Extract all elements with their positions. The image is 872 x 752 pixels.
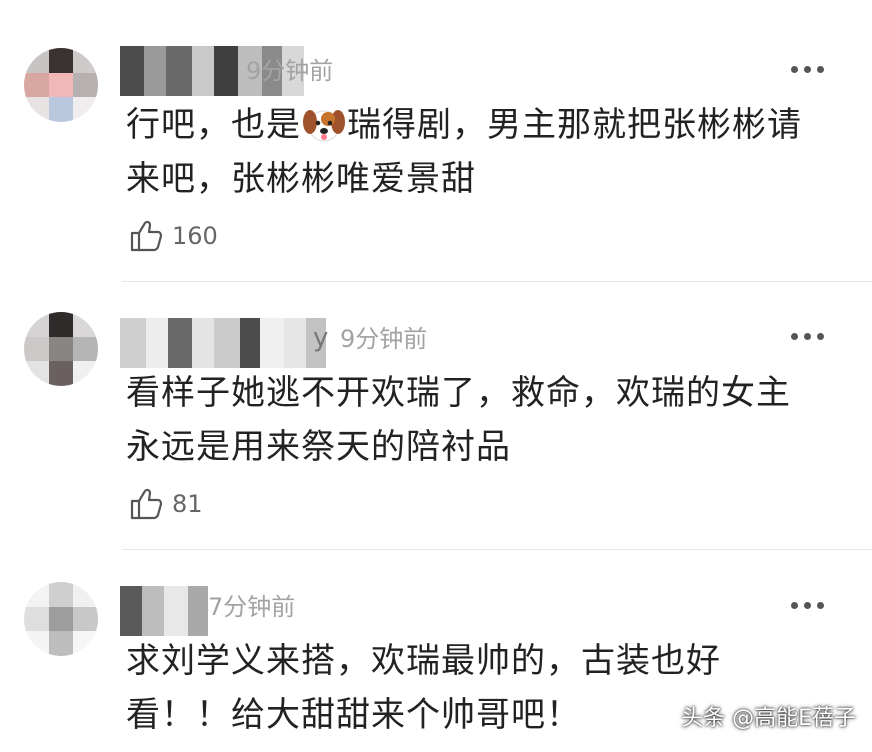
comment-text: 行吧，也是 瑞得剧，男主那就把张彬彬请 来吧，张彬彬唯爱景甜 bbox=[126, 105, 802, 199]
more-dots-icon[interactable] bbox=[791, 602, 824, 609]
more-dots-icon[interactable] bbox=[791, 333, 824, 340]
username-blurred[interactable] bbox=[120, 318, 326, 368]
like-count: 160 bbox=[172, 222, 218, 250]
comment-timestamp: 9分钟前 bbox=[246, 57, 334, 85]
divider bbox=[122, 549, 872, 550]
like-button[interactable]: 81 bbox=[128, 486, 203, 522]
divider bbox=[122, 281, 872, 282]
username-blurred[interactable] bbox=[120, 586, 208, 636]
comment-text: 看样子她逃不开欢瑞了，救命，欢瑞的女主 永远是用来祭天的陪衬品 bbox=[126, 373, 791, 467]
avatar[interactable] bbox=[24, 582, 98, 656]
thumbs-up-icon bbox=[130, 220, 163, 252]
like-count: 81 bbox=[172, 490, 203, 518]
dog-face-icon bbox=[303, 110, 345, 142]
username-fragment: y bbox=[313, 323, 329, 353]
more-dots-icon[interactable] bbox=[791, 66, 824, 73]
thumbs-up-icon bbox=[130, 488, 163, 520]
avatar[interactable] bbox=[24, 312, 98, 386]
like-button[interactable]: 160 bbox=[128, 218, 218, 254]
watermark: 头条 @高能E蓓子 bbox=[681, 706, 856, 731]
avatar[interactable] bbox=[24, 48, 98, 122]
comment-timestamp: 7分钟前 bbox=[208, 593, 296, 621]
comment-timestamp: 9分钟前 bbox=[340, 325, 428, 353]
